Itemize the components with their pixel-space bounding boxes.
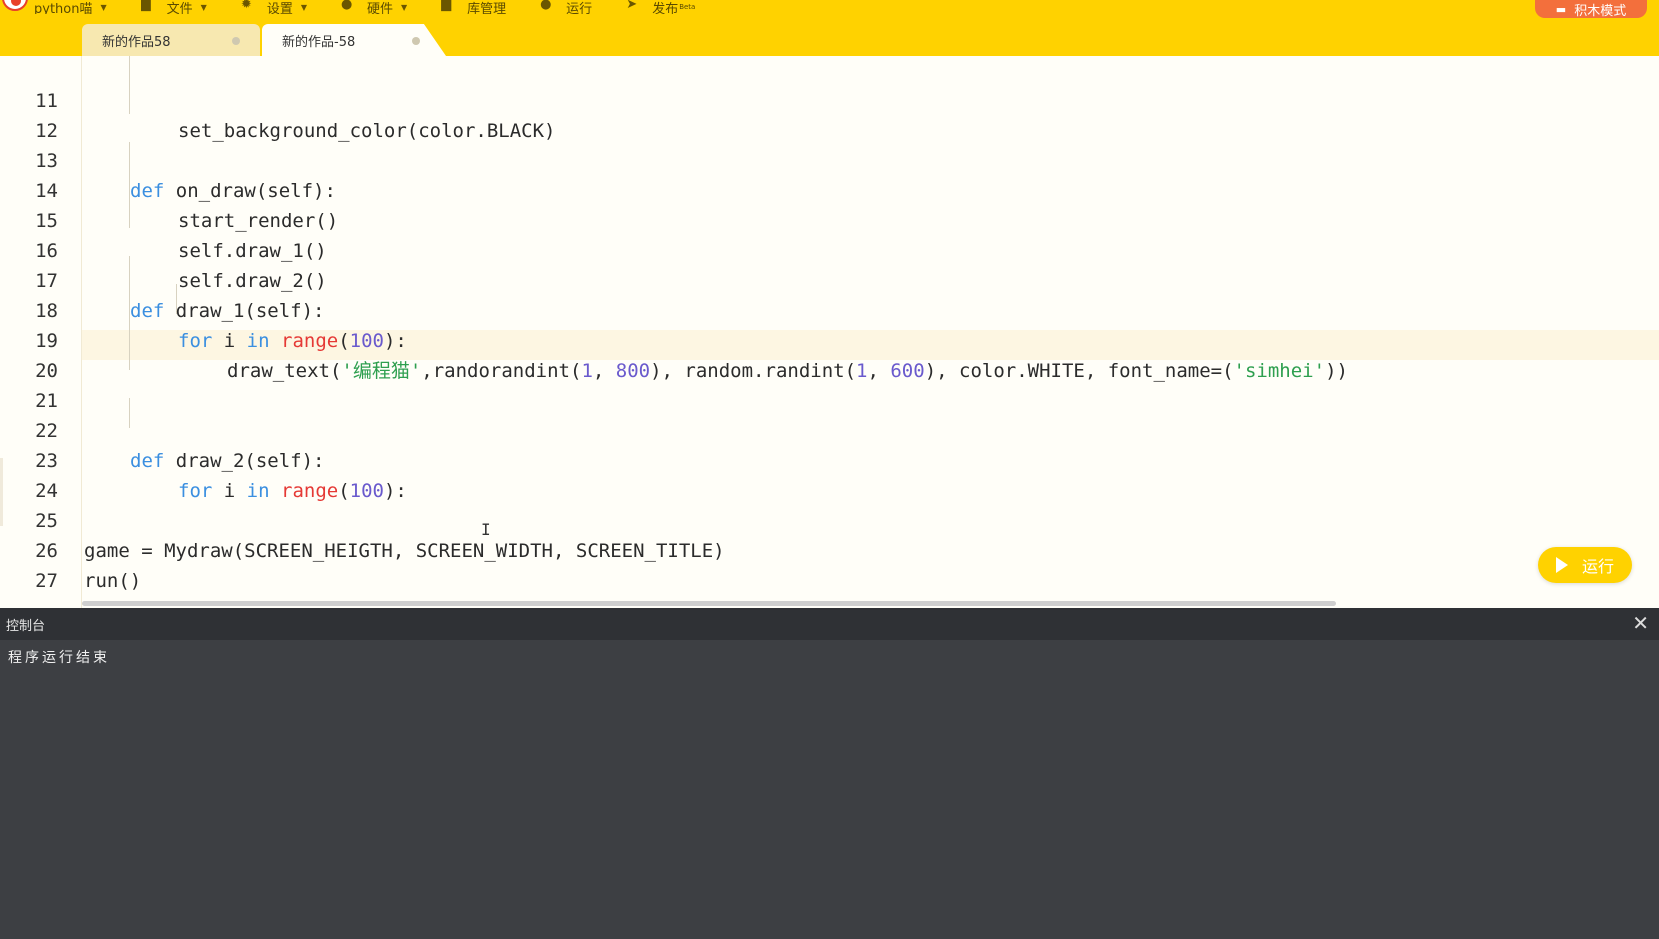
text-cursor-icon: I <box>481 520 491 539</box>
play-icon <box>1555 557 1568 573</box>
code-text: run() <box>84 570 142 592</box>
blocks-mode-button[interactable]: ▬ 积木模式 <box>1535 0 1647 18</box>
run-button-label: 运行 <box>1581 557 1614 576</box>
hardware-icon: ● <box>340 0 353 12</box>
code-line[interactable]: 19 draw_text('编程猫',randorandint(1, 800),… <box>0 296 1659 382</box>
tab-label: 新的作品58 <box>102 34 171 50</box>
horizontal-scrollbar[interactable] <box>82 601 1336 606</box>
console-header: 控制台 ✕ <box>0 608 1659 640</box>
tab-label: 新的作品-58 <box>282 34 356 50</box>
code-line[interactable]: 17 def draw_1(self): <box>0 236 1659 322</box>
code-line[interactable]: 21 <box>0 356 1659 412</box>
console-title: 控制台 <box>6 618 46 634</box>
app-logo-label: python喵 <box>34 1 93 15</box>
blocks-mode-label: 积木模式 <box>1574 3 1627 19</box>
menu-library-label: 库管理 <box>467 1 507 15</box>
menu-run[interactable]: ● 运行 <box>540 0 592 14</box>
file-tabs: 新的作品58 新的作品-58 <box>82 24 446 56</box>
menu-settings[interactable]: ✹ 设置 ▼ <box>241 0 307 14</box>
menu-library[interactable]: ▆ 库管理 <box>441 0 506 14</box>
code-line[interactable]: 20 <box>0 326 1659 382</box>
code-line[interactable]: 13 def on_draw(self): <box>0 116 1659 202</box>
run-button[interactable]: 运行 <box>1538 547 1632 583</box>
publish-icon: ➤ <box>626 0 638 12</box>
code-line[interactable]: 24 <box>0 446 1659 502</box>
code-line[interactable]: 14 start_render() <box>0 146 1659 232</box>
menu-bar: python喵 ▼ ▆ 文件 ▼ ✹ 设置 ▼ ● 硬件 ▼ ▆ 库管理 ● 运… <box>0 0 729 14</box>
blocks-icon: ▬ <box>1555 2 1567 16</box>
code-line[interactable]: 26 run() <box>0 506 1659 592</box>
code-line[interactable]: 11 set_background_color(color.BLACK) <box>0 56 1659 142</box>
logo-icon <box>2 0 28 11</box>
tab-file-2[interactable]: 新的作品-58 <box>262 24 446 56</box>
code-line[interactable]: 16 self.draw_2() <box>0 206 1659 292</box>
code-line[interactable]: 22 def draw_2(self): <box>0 386 1659 472</box>
menu-publish[interactable]: ➤ 发布 Beta <box>626 0 695 14</box>
close-icon[interactable]: ✕ <box>1632 613 1649 633</box>
code-line[interactable]: 15 self.draw_1() <box>0 176 1659 262</box>
code-line[interactable]: 25 game = Mydraw(SCREEN_HEIGTH, SCREEN_W… <box>0 476 1659 562</box>
library-icon: ▆ <box>441 0 452 12</box>
play-icon: ● <box>540 0 552 12</box>
code-line[interactable]: 23 for i in range(100): <box>0 416 1659 502</box>
app-logo-menu[interactable]: python喵 ▼ <box>0 0 107 14</box>
beta-badge: Beta <box>679 3 696 11</box>
menu-hardware-label: 硬件 <box>366 1 393 15</box>
menu-hardware[interactable]: ● 硬件 ▼ <box>341 0 407 14</box>
chevron-down-icon: ▼ <box>401 2 408 12</box>
code-line[interactable]: 12 <box>0 86 1659 142</box>
tab-close-dot-icon[interactable] <box>232 37 240 45</box>
menu-run-label: 运行 <box>566 1 593 15</box>
chevron-down-icon: ▼ <box>300 2 307 12</box>
code-editor[interactable]: 11 set_background_color(color.BLACK) 12 … <box>0 56 1659 608</box>
line-number: 27 <box>35 570 58 592</box>
chevron-down-icon: ▼ <box>200 2 207 12</box>
console-output: 程序运行结束 <box>8 650 110 666</box>
code-line[interactable]: 27 <box>0 536 1659 592</box>
menu-settings-label: 设置 <box>266 1 293 15</box>
gear-icon: ✹ <box>240 0 252 12</box>
top-toolbar: python喵 ▼ ▆ 文件 ▼ ✹ 设置 ▼ ● 硬件 ▼ ▆ 库管理 ● 运… <box>0 0 1659 56</box>
tab-file-1[interactable]: 新的作品58 <box>82 24 260 56</box>
tab-close-dot-icon[interactable] <box>412 37 420 45</box>
chevron-down-icon: ▼ <box>100 2 107 12</box>
menu-file-label: 文件 <box>166 1 193 15</box>
code-line[interactable]: 18 for i in range(100): <box>0 266 1659 352</box>
menu-publish-label: 发布 <box>652 1 679 15</box>
console-panel: 控制台 ✕ 程序运行结束 <box>0 608 1659 939</box>
menu-file[interactable]: ▆ 文件 ▼ <box>141 0 207 14</box>
folder-icon: ▆ <box>140 0 151 12</box>
